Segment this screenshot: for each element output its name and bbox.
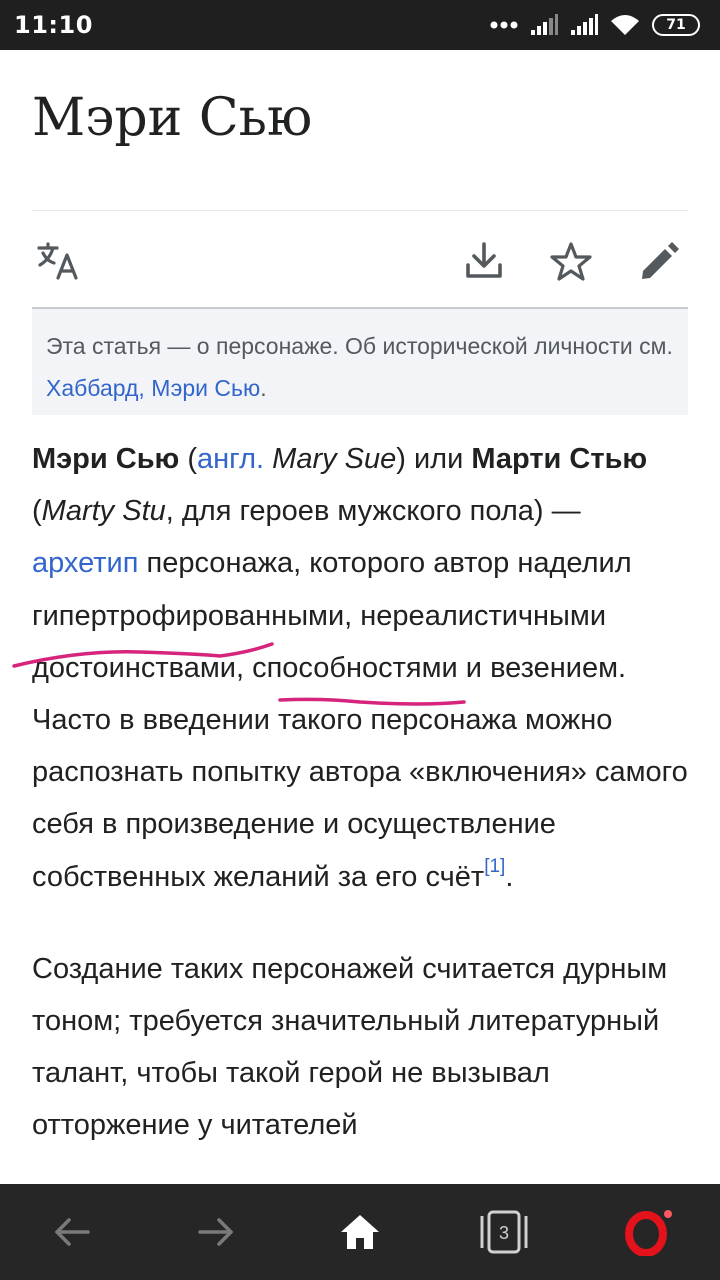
term-english: Mary Sue — [272, 443, 397, 475]
home-icon — [341, 1215, 379, 1249]
lead-paragraph: Мэри Сью (англ. Mary Sue) или Марти Стью… — [32, 433, 688, 903]
translate-icon[interactable] — [36, 241, 82, 281]
hatnote-end: . — [260, 375, 267, 401]
status-icons: 71 — [490, 14, 700, 36]
hatnote: Эта статья — о персонаже. Об историческо… — [32, 309, 688, 415]
arrow-right-icon — [198, 1218, 233, 1246]
hatnote-text: Эта статья — о персонаже. Об историческо… — [46, 333, 673, 359]
download-icon[interactable] — [464, 241, 504, 281]
article: Мэри Сью Эта статья — о персонаже. Об ис… — [32, 50, 688, 1152]
pencil-icon[interactable] — [638, 241, 680, 281]
page-title: Мэри Сью — [32, 88, 313, 148]
battery-level: 71 — [666, 17, 686, 33]
term-english-2: Marty Stu — [41, 495, 166, 528]
archetype-link[interactable]: архетип — [32, 547, 138, 579]
forward-button[interactable] — [192, 1208, 240, 1256]
tabs-button[interactable]: 3 — [480, 1208, 528, 1256]
arrow-left-icon — [55, 1218, 90, 1246]
term-mary-sue: Мэри Сью — [32, 443, 180, 475]
second-paragraph: Создание таких персонажей считается дурн… — [32, 952, 668, 1142]
home-button[interactable] — [336, 1208, 384, 1256]
star-icon[interactable] — [550, 241, 592, 281]
clock: 11:10 — [14, 11, 93, 39]
term-marty-stu: Марти Стью — [471, 443, 648, 475]
gender-note: , для героев мужского пола) — — [165, 495, 581, 528]
lead-body: персонажа, которого автор наделил гиперт… — [32, 547, 688, 893]
battery-indicator: 71 — [652, 14, 700, 36]
back-button[interactable] — [48, 1208, 96, 1256]
lang-link[interactable]: англ. — [197, 443, 264, 475]
opera-menu-button[interactable] — [624, 1208, 672, 1256]
reference-link[interactable]: [1] — [484, 856, 505, 877]
paren-open: ( — [179, 443, 198, 475]
opera-logo-icon — [625, 1210, 672, 1256]
signal-icon — [531, 14, 558, 35]
bottom-nav-bar: 3 — [0, 1184, 720, 1280]
tabs-count: 3 — [499, 1223, 509, 1243]
tabs-icon: 3 — [480, 1210, 528, 1254]
page-actions-toolbar — [32, 211, 688, 307]
signal-icon-2 — [571, 14, 598, 35]
status-bar: 11:10 71 — [0, 0, 720, 50]
hatnote-link[interactable]: Хаббард, Мэри Сью — [46, 375, 260, 401]
more-dots-icon — [490, 21, 518, 29]
wifi-icon — [611, 15, 639, 35]
lead-end: . — [505, 860, 514, 893]
paren-open-2: ( — [32, 495, 42, 528]
or-text: ) или — [396, 443, 472, 475]
